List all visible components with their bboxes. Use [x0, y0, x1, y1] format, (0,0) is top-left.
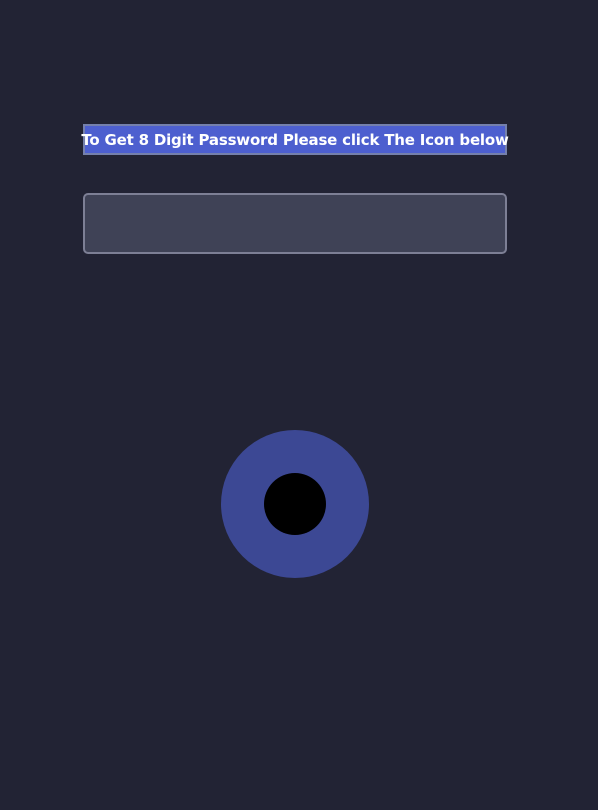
password-output-field[interactable]: [83, 193, 507, 254]
instruction-banner: To Get 8 Digit Password Please click The…: [81, 124, 509, 155]
circle-icon: [264, 473, 326, 535]
generate-password-button[interactable]: [221, 430, 369, 578]
